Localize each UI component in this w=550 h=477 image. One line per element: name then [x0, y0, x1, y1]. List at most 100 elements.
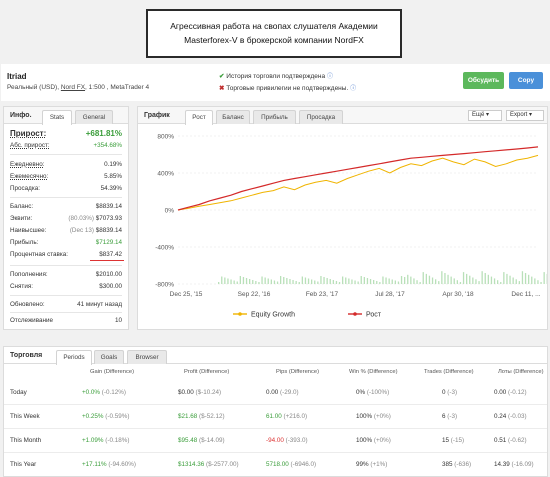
- trades-cell: 0 (-3): [442, 389, 458, 396]
- volume-bar: [258, 282, 260, 284]
- volume-bar: [456, 280, 458, 284]
- volume-bar: [307, 278, 310, 284]
- volume-bar: [239, 276, 241, 284]
- volume-bar: [537, 280, 539, 284]
- volume-bar: [245, 278, 248, 284]
- volume-bar: [385, 277, 387, 284]
- chevron-down-icon: ▾: [485, 112, 489, 118]
- divider: [10, 312, 122, 313]
- x-tick-label: Feb 23, '17: [306, 291, 339, 298]
- tab-general[interactable]: General: [75, 110, 113, 124]
- volume-bar: [528, 274, 530, 284]
- chart-panel: График Рост Баланс Прибыль Просадка Ещё …: [137, 106, 548, 330]
- volume-bar: [518, 281, 520, 284]
- title-banner: Агрессивная работа на свопах слушателя А…: [146, 9, 402, 58]
- stat-note: (80.03%): [68, 215, 94, 222]
- y-tick-label: -800%: [155, 282, 174, 289]
- volume-bar: [428, 275, 431, 284]
- trades-cell: 385 (-636): [442, 461, 472, 468]
- volume-bar: [391, 279, 393, 284]
- help-icon[interactable]: ⓘ: [350, 86, 356, 92]
- stat-label: Ежедневно:: [10, 161, 45, 168]
- tab-growth[interactable]: Рост: [185, 110, 213, 125]
- growth-chart: 800% 400% 0% -400% -800% Dec 25, '15 Sep 22, '…: [155, 134, 547, 319]
- stat-value: $8839.14: [95, 227, 122, 234]
- table-row: Today +0.0% (-0.12%) $0.00 ($-10.24) 0.0…: [4, 381, 547, 405]
- tab-drawdown[interactable]: Просадка: [299, 110, 343, 124]
- divider: [10, 197, 122, 198]
- stat-value-group: (80.03%) $7073.93: [68, 215, 122, 222]
- stat-label: Абс. прирост:: [10, 142, 50, 149]
- verification-block: ✔ История торговли подтверждена ⓘ ✖ Торг…: [219, 71, 356, 95]
- volume-bar: [475, 279, 477, 284]
- profit-cell: $0.00 ($-10.24): [178, 389, 222, 396]
- volume-bar: [218, 282, 220, 284]
- trades-cell: 6 (-3): [442, 413, 458, 420]
- col-header-pips: Pips (Difference): [276, 369, 320, 375]
- info-tabbar: Инфо. Stats General: [4, 107, 128, 125]
- broker-link[interactable]: Nord FX: [61, 84, 85, 91]
- check-icon: ✔: [219, 73, 225, 80]
- volume-bar: [462, 272, 465, 284]
- account-leverage: , 1:500 , MetaTrader 4: [85, 84, 150, 91]
- volume-bar: [314, 280, 316, 284]
- volume-bar: [493, 278, 496, 284]
- x-tick-label: Dec 11, ...: [511, 291, 540, 298]
- tab-goals[interactable]: Goals: [94, 350, 124, 364]
- stat-label: Прирост:: [10, 129, 47, 138]
- more-label: Ещё: [472, 112, 485, 118]
- volume-bar: [304, 277, 307, 284]
- volume-bar: [323, 277, 325, 284]
- stat-value: 0.19%: [104, 161, 122, 168]
- volume-bar: [534, 278, 536, 284]
- pips-cell: 0.00 (-29.0): [266, 389, 299, 396]
- volume-bar: [283, 277, 285, 284]
- volume-bar: [360, 276, 362, 284]
- tab-browser[interactable]: Browser: [127, 350, 167, 364]
- volume-bar: [351, 279, 353, 284]
- more-dropdown[interactable]: Ещё ▾: [468, 110, 502, 121]
- volume-bar: [366, 278, 369, 284]
- stat-value: 10: [114, 317, 122, 324]
- discuss-button[interactable]: Обсудить: [463, 72, 504, 89]
- stat-label: Наивысшее:: [10, 227, 47, 234]
- stat-value: +681.81%: [85, 129, 122, 138]
- export-dropdown[interactable]: Export ▾: [506, 110, 544, 121]
- volume-bar: [447, 274, 449, 284]
- volume-bar: [236, 281, 238, 284]
- stat-label: Эквити:: [10, 215, 33, 222]
- volume-bar: [357, 281, 359, 284]
- stat-value-group: (Dec 13) $8839.14: [70, 227, 122, 234]
- x-tick-label: Sep 22, '16: [238, 291, 271, 298]
- lots-cell: 0.00 (-0.12): [494, 389, 527, 396]
- volume-bar: [233, 280, 235, 284]
- volume-bar: [441, 271, 443, 284]
- volume-bar: [506, 273, 508, 284]
- tab-periods[interactable]: Periods: [56, 350, 92, 365]
- copy-button[interactable]: Copy: [509, 72, 543, 89]
- volume-bar: [416, 280, 418, 284]
- volume-bar: [273, 280, 276, 284]
- win-cell: 99% (+1%): [356, 461, 388, 468]
- trading-panel: Торговля Periods Goals Browser Gain (Dif…: [3, 346, 548, 477]
- volume-bar: [373, 280, 375, 284]
- help-icon[interactable]: ⓘ: [327, 74, 333, 80]
- volume-bar: [326, 278, 328, 284]
- volume-bar: [221, 276, 223, 284]
- volume-bar: [242, 277, 245, 284]
- y-tick-label: 800%: [157, 134, 174, 141]
- tab-profit[interactable]: Прибыль: [253, 110, 296, 124]
- col-header-trades: Trades (Difference): [424, 369, 474, 375]
- volume-bar: [280, 276, 282, 284]
- profit-cell: $21.68 ($-52.12): [178, 413, 225, 420]
- y-tick-label: -400%: [155, 245, 174, 252]
- volume-bar: [497, 280, 499, 284]
- volume-bar: [400, 276, 403, 284]
- history-verified-text: История торговли подтверждена: [226, 73, 326, 80]
- tab-balance[interactable]: Баланс: [216, 110, 250, 124]
- volume-bar: [397, 281, 400, 284]
- pips-cell: -94.00 (-393.0): [266, 437, 308, 444]
- tab-stats[interactable]: Stats: [42, 110, 72, 125]
- profit-cell: $1314.36 ($-2577.00): [178, 461, 239, 468]
- stat-value: $837.42: [99, 251, 122, 258]
